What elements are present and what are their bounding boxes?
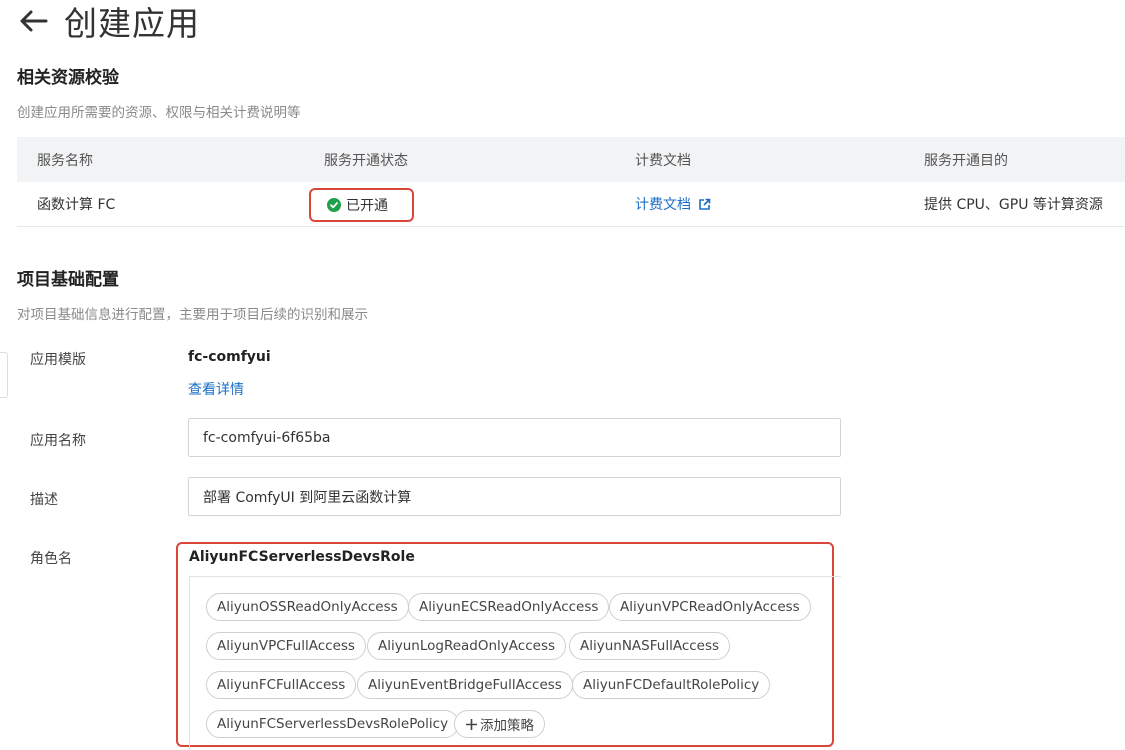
app-name-input[interactable] — [188, 418, 841, 457]
resource-check-title: 相关资源校验 — [17, 68, 119, 88]
role-name: AliyunFCServerlessDevsRole — [189, 549, 415, 565]
role-section: AliyunFCServerlessDevsRole AliyunOSSRead… — [176, 542, 841, 750]
service-table: 服务名称 服务开通状态 计费文档 服务开通目的 函数计算 FC 已开通 计费文档… — [17, 137, 1125, 227]
policy-tag[interactable]: AliyunFCServerlessDevsRolePolicy — [206, 710, 460, 738]
billing-doc-label: 计费文档 — [635, 197, 691, 213]
policy-tag[interactable]: AliyunECSReadOnlyAccess — [408, 593, 610, 621]
service-purpose: 提供 CPU、GPU 等计算资源 — [924, 197, 1103, 213]
project-config-title: 项目基础配置 — [17, 270, 119, 290]
column-header: 计费文档 — [635, 152, 691, 169]
resource-check-description: 创建应用所需要的资源、权限与相关计费说明等 — [17, 105, 301, 121]
column-header: 服务开通目的 — [924, 152, 1008, 169]
back-arrow-icon[interactable] — [16, 4, 50, 38]
description-input[interactable] — [188, 477, 841, 516]
check-circle-icon — [327, 198, 341, 212]
column-header: 服务开通状态 — [324, 152, 408, 169]
template-label: 应用模版 — [30, 352, 86, 368]
description-label: 描述 — [30, 492, 58, 508]
page-header: 创建应用 — [16, 0, 200, 43]
policy-list: AliyunOSSReadOnlyAccess AliyunECSReadOnl… — [189, 576, 841, 750]
service-status: 已开通 — [309, 188, 414, 222]
add-policy-label: 添加策略 — [480, 718, 534, 734]
add-policy-button[interactable]: 添加策略 — [454, 710, 545, 738]
policy-tag[interactable]: AliyunVPCReadOnlyAccess — [609, 593, 811, 621]
table-header: 服务名称 服务开通状态 计费文档 服务开通目的 — [17, 137, 1125, 182]
policy-tag[interactable]: AliyunFCDefaultRolePolicy — [572, 671, 771, 699]
billing-doc-link[interactable]: 计费文档 — [635, 194, 711, 214]
policy-tag[interactable]: AliyunVPCFullAccess — [206, 632, 366, 660]
page-title: 创建应用 — [64, 4, 200, 43]
policy-tag[interactable]: AliyunOSSReadOnlyAccess — [206, 593, 409, 621]
table-row: 函数计算 FC 已开通 计费文档 提供 CPU、GPU 等计算资源 — [17, 182, 1125, 227]
template-value: fc-comfyui — [188, 349, 271, 365]
policy-tag[interactable]: AliyunFCFullAccess — [206, 671, 357, 699]
side-collapse-handle[interactable] — [0, 352, 8, 398]
policy-tag[interactable]: AliyunEventBridgeFullAccess — [357, 671, 573, 699]
plus-icon — [465, 718, 478, 731]
app-name-label: 应用名称 — [30, 433, 86, 449]
policy-tag[interactable]: AliyunLogReadOnlyAccess — [367, 632, 567, 660]
role-label: 角色名 — [30, 551, 72, 567]
status-label: 已开通 — [346, 198, 388, 214]
external-link-icon — [698, 198, 711, 211]
policy-tag[interactable]: AliyunNASFullAccess — [569, 632, 731, 660]
view-detail-link[interactable]: 查看详情 — [188, 379, 244, 399]
project-config-description: 对项目基础信息进行配置，主要用于项目后续的识别和展示 — [17, 307, 368, 323]
service-name: 函数计算 FC — [37, 197, 116, 213]
column-header: 服务名称 — [37, 152, 93, 169]
